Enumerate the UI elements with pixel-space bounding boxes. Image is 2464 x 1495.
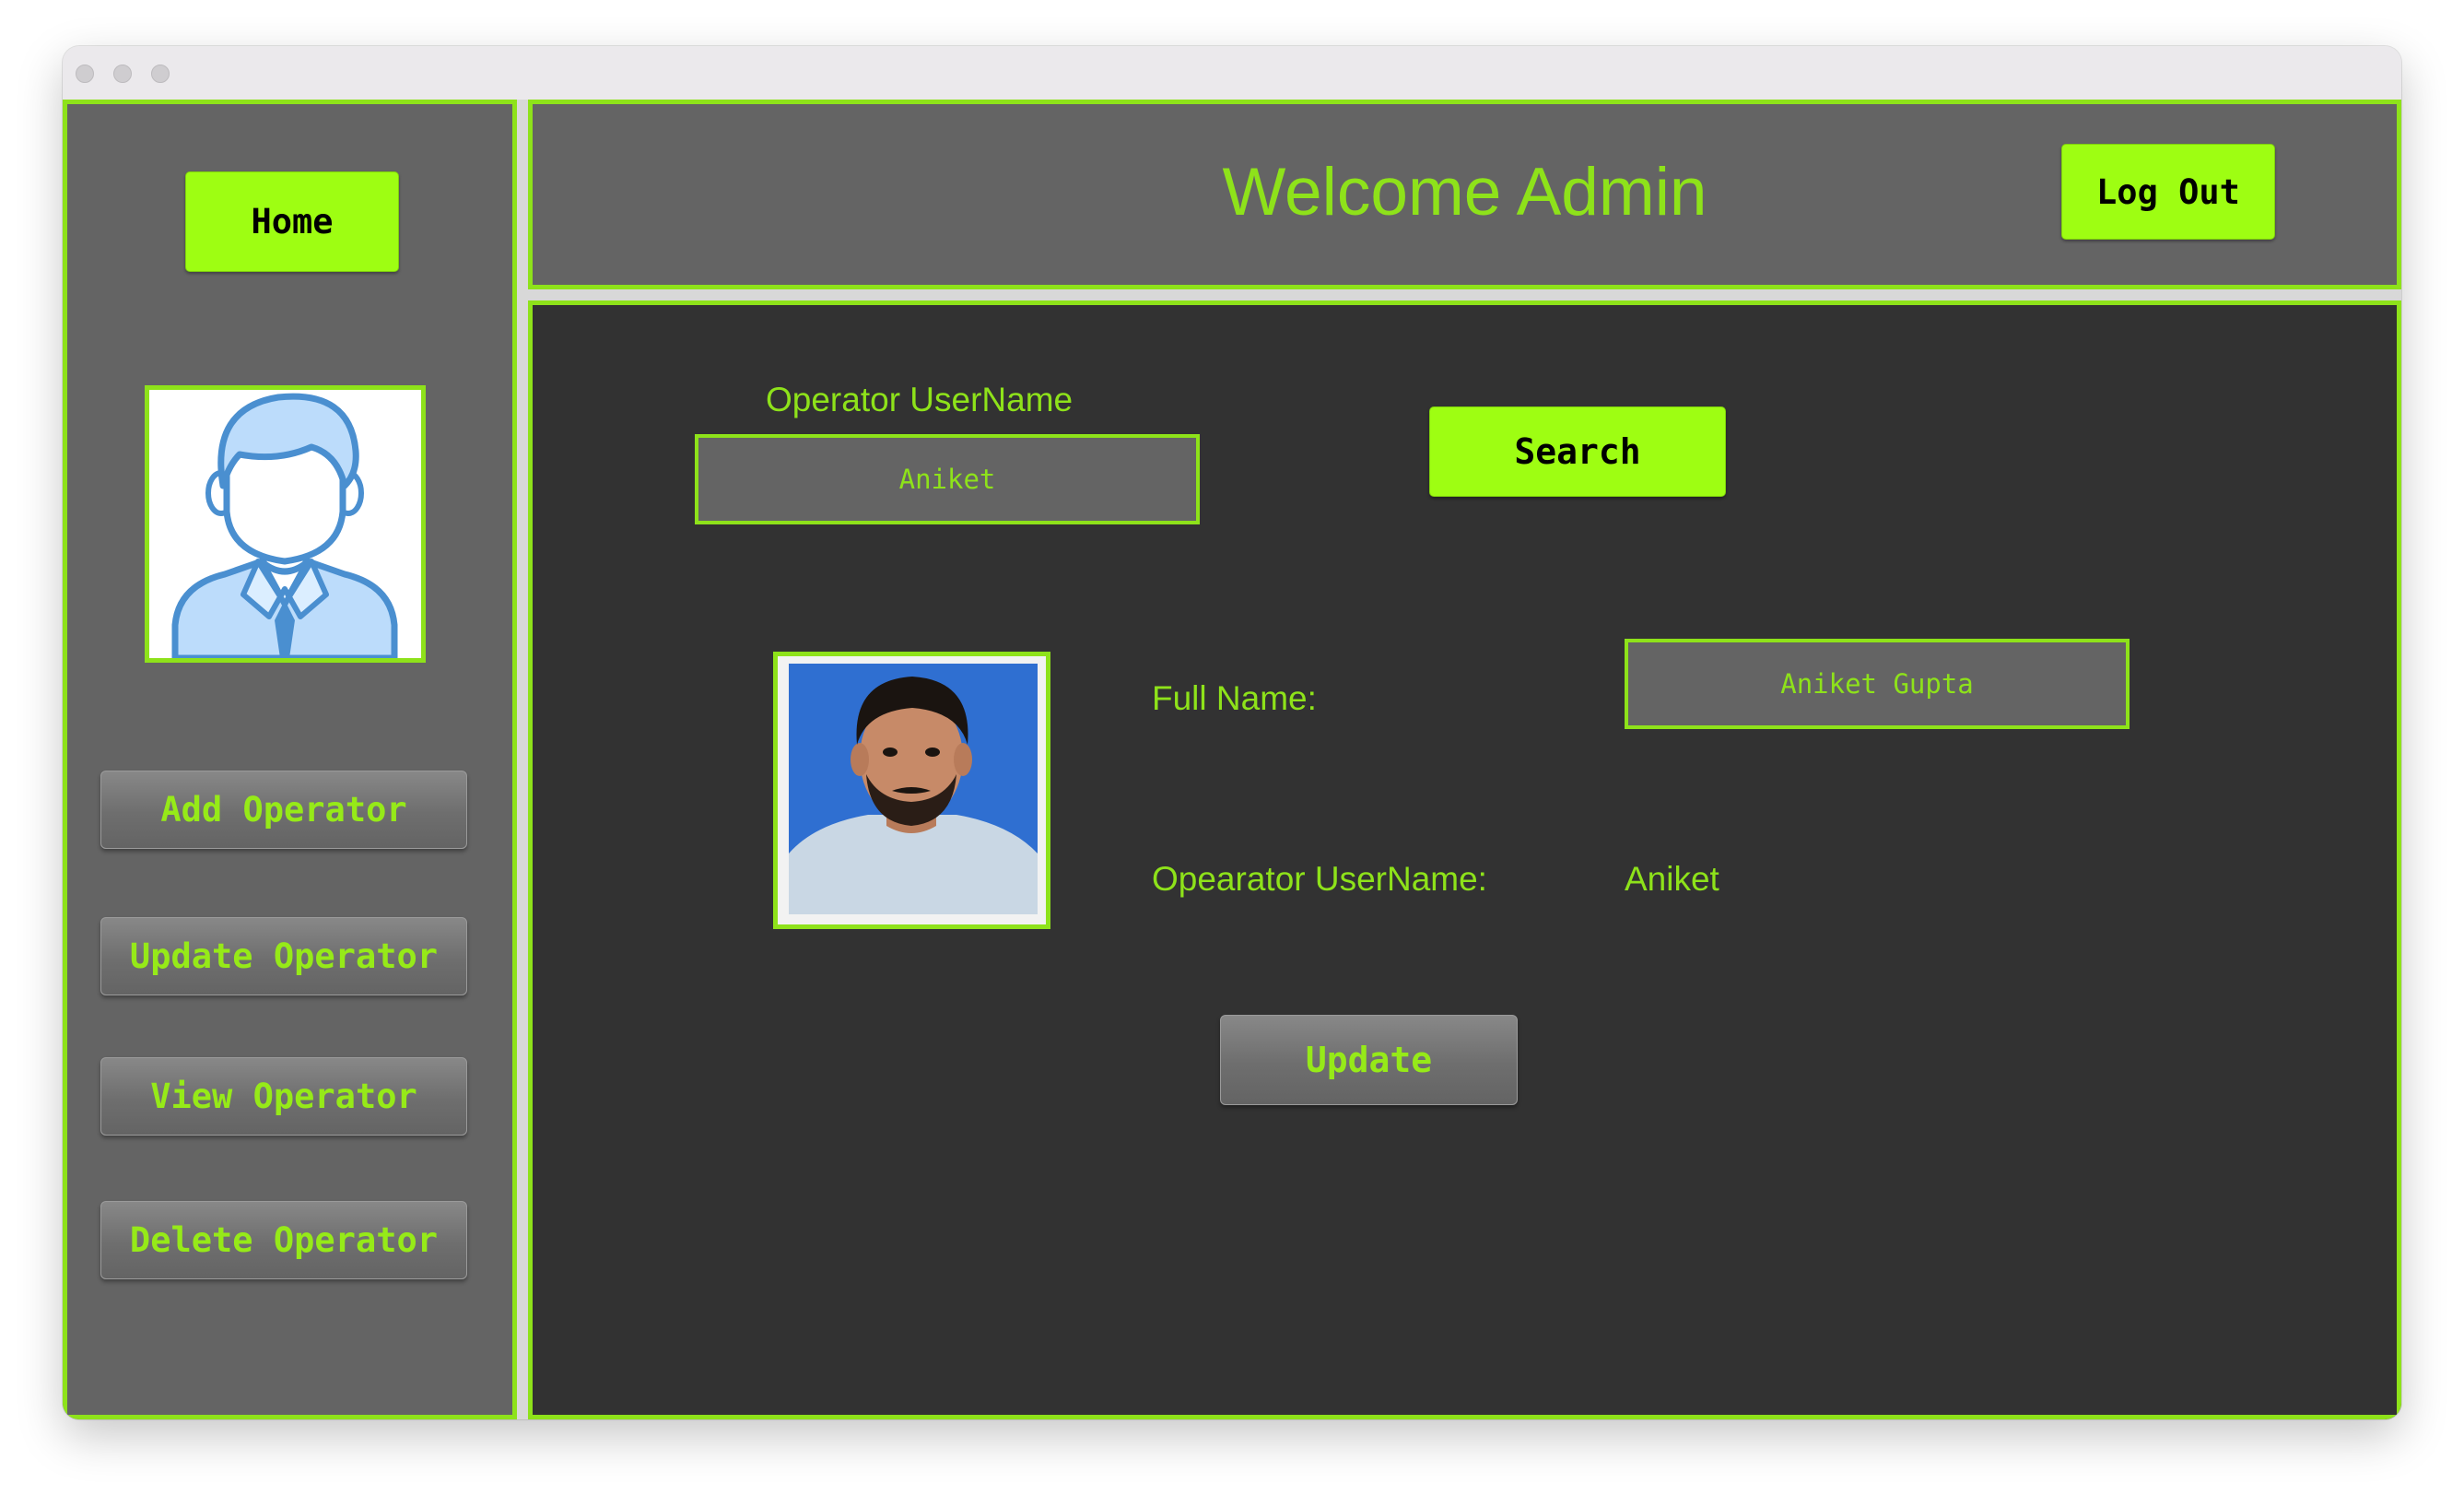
operator-photo (773, 652, 1050, 929)
view-operator-button[interactable]: View Operator (100, 1057, 467, 1136)
operator-username-label: Opearator UserName: (1152, 860, 1487, 898)
admin-avatar (145, 385, 426, 663)
update-operator-button[interactable]: Update Operator (100, 917, 467, 995)
window-titlebar (63, 46, 2401, 100)
search-username-label: Operator UserName (766, 381, 1074, 418)
operator-username-value: Aniket (1625, 860, 1719, 898)
add-operator-button[interactable]: Add Operator (100, 771, 467, 849)
app-content: Home Add Operator Update Operator View O… (63, 100, 2401, 1419)
delete-operator-button[interactable]: Delete Operator (100, 1201, 467, 1279)
close-window-icon[interactable] (76, 65, 94, 83)
logout-button[interactable]: Log Out (2061, 144, 2275, 240)
minimize-window-icon[interactable] (113, 65, 132, 83)
user-avatar-icon (171, 393, 398, 658)
search-username-input[interactable]: Aniket (695, 434, 1200, 524)
full-name-field[interactable]: Aniket Gupta (1625, 639, 2130, 729)
full-name-label: Full Name: (1152, 679, 1317, 717)
operator-photo-image (778, 656, 1046, 924)
app-window: Home Add Operator Update Operator View O… (63, 46, 2401, 1419)
sidebar: Home Add Operator Update Operator View O… (63, 100, 517, 1419)
search-button[interactable]: Search (1429, 406, 1726, 497)
home-button[interactable]: Home (185, 171, 399, 272)
main-panel: Operator UserName Aniket Search Full Nam… (528, 300, 2401, 1419)
header-bar: Welcome Admin Log Out (528, 100, 2401, 289)
zoom-window-icon[interactable] (151, 65, 170, 83)
update-button[interactable]: Update (1220, 1015, 1518, 1105)
